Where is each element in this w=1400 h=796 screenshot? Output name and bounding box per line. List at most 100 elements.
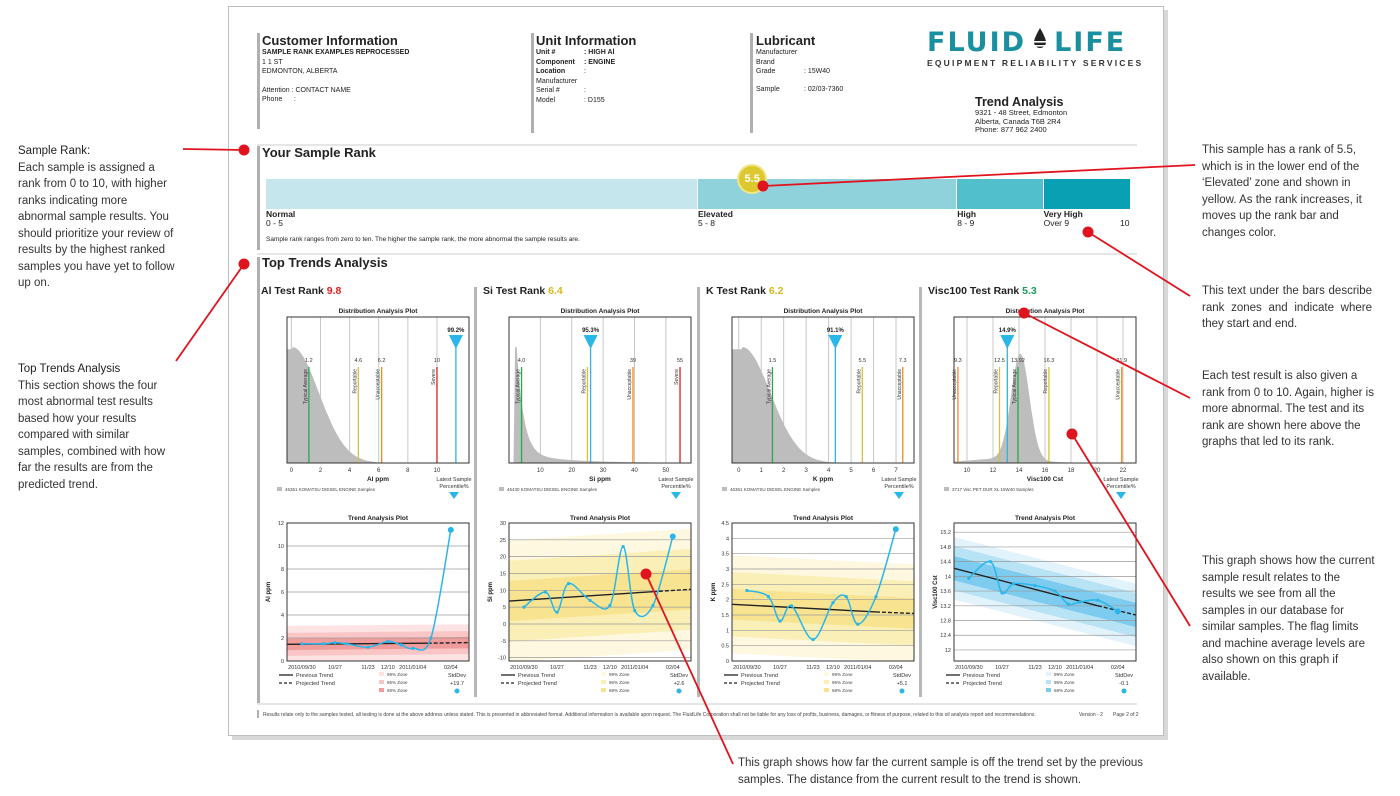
stddev-value: +2.6 <box>674 681 685 687</box>
latest-sample-marker-icon <box>583 335 598 349</box>
sample-point <box>555 610 559 614</box>
sample-point <box>543 590 547 594</box>
annotation-top-trends: Top Trends Analysis This section shows t… <box>18 361 166 493</box>
stddev-marker-icon <box>899 688 905 694</box>
flag-limit-value: 12.5 <box>994 358 1005 364</box>
flag-limit-label: Unacceptable <box>627 369 633 400</box>
sample-point <box>588 598 592 603</box>
flag-limit-value: 16.3 <box>1044 358 1055 364</box>
sample-point <box>766 595 770 599</box>
sample-point <box>651 603 655 608</box>
x-tick-label: 02/04 <box>444 665 458 671</box>
flag-limit-value: 5.5 <box>858 358 866 364</box>
y-tick-label: 0 <box>503 622 506 628</box>
y-tick-label: 10 <box>500 588 506 594</box>
x-tick-label: 2010/09/30 <box>955 665 983 671</box>
latest-sample-label: Latest Sample <box>436 477 471 483</box>
y-tick-label: 20 <box>500 555 506 561</box>
legend-zone-label: 68% Zone <box>609 688 630 693</box>
x-tick-label: 11/23 <box>806 665 819 671</box>
lubricant-info-title: Lubricant <box>756 33 816 48</box>
flag-limit-value: 13.92 <box>1011 358 1025 364</box>
customer-phone: Phone : <box>262 96 296 103</box>
legend-projected-trend-label: Projected Trend <box>963 681 1002 687</box>
x-tick-label: 6 <box>377 468 381 474</box>
flag-limit-label: Typical Average <box>516 369 522 404</box>
report-header: Trend Analysis 9321 - 48 Street, Edmonto… <box>975 95 1155 135</box>
latest-sample-percentile: 91.1% <box>827 328 845 334</box>
lub-row: Grade: 15W40 <box>756 67 916 77</box>
divider <box>257 33 260 129</box>
lub-row: Manufacturer <box>756 48 916 58</box>
latest-sample-point <box>669 533 676 540</box>
customer-address1: 1 1 ST <box>262 58 283 66</box>
sample-point <box>856 622 860 626</box>
rank-bar: 5.5 <box>266 164 1130 209</box>
lub-value: : 15W40 <box>804 68 831 75</box>
x-tick-label: 2010/09/30 <box>510 665 538 671</box>
latest-sample-point <box>1114 608 1121 615</box>
legend-zone-label: 68% Zone <box>1054 688 1075 693</box>
trend-plot: Trend Analysis Plot 0 0.5 1 1.5 2 2.5 3 3.5 4 4.5 2… <box>711 515 915 694</box>
y-tick-label: 2 <box>281 636 284 642</box>
flag-limit-label: Unacceptable <box>897 369 903 400</box>
legend-swatch <box>277 487 282 491</box>
y-tick-label: 14.8 <box>940 545 951 551</box>
x-tick-label: 02/04 <box>1111 665 1125 671</box>
legend-swatch <box>722 487 727 491</box>
unit-value: : D155 <box>584 96 605 104</box>
rank-end-label: 10 <box>1120 218 1130 228</box>
sample-point <box>811 637 815 642</box>
legend-previous-trend-label: Previous Trend <box>741 673 778 679</box>
legend-projected-trend-label: Projected Trend <box>741 681 780 687</box>
annotation-sample-rank-title: Sample Rank: <box>18 145 91 157</box>
sample-point <box>366 645 370 649</box>
customer-name: SAMPLE RANK EXAMPLES REPROCESSED <box>262 49 410 56</box>
footer-version: Version - 2 <box>1079 712 1103 718</box>
lub-label: Sample <box>756 85 780 93</box>
customer-attention: Attention : CONTACT NAME <box>262 86 351 94</box>
unit-row: Model: D155 <box>536 96 716 106</box>
y-tick-label: 5 <box>503 605 506 611</box>
rank-note: Sample rank ranges from zero to ten. The… <box>266 236 580 243</box>
flag-limit-label: Typical Average <box>1012 369 1018 404</box>
lub-row: Sample: 02/03-7360 <box>756 85 916 95</box>
y-tick-label: 4.5 <box>721 521 729 527</box>
test-title: Al Test Rank 9.8 <box>261 285 341 297</box>
test-title: Si Test Rank 6.4 <box>483 285 563 297</box>
sample-point <box>633 608 637 613</box>
y-tick-label: 30 <box>500 521 506 527</box>
unit-value: : <box>584 68 586 75</box>
test-rank-value: 6.4 <box>548 285 563 297</box>
legend-zone-swatch <box>1046 680 1051 684</box>
latest-sample-label: Percentile% <box>1106 484 1135 490</box>
y-tick-label: 0.5 <box>721 644 729 650</box>
divider <box>257 144 1137 146</box>
y-tick-label: 2 <box>726 598 729 604</box>
distribution-plot: Distribution Analysis Plot 10 20 30 40 50 4.0 T… <box>499 308 694 499</box>
legend-zone-swatch <box>824 672 829 676</box>
flag-limit-value: 9.3 <box>954 358 962 364</box>
legend-label: 46361 KOMATSU DIESEL ENGINE Samples <box>285 487 376 492</box>
flag-limit-label: Reportable <box>856 369 862 394</box>
sample-point <box>778 619 782 623</box>
rank-zone-high <box>957 179 1043 209</box>
x-tick-label: 20 <box>1094 468 1101 474</box>
sample-point <box>1096 598 1100 602</box>
sample-point <box>1078 600 1082 604</box>
x-tick-label: 2010/09/30 <box>288 665 316 671</box>
x-tick-label: 12/10 <box>1048 665 1062 671</box>
annotation-top-trends-body: This section shows the four most abnorma… <box>18 379 166 491</box>
x-tick-label: 8 <box>406 468 410 474</box>
percentile-arrow-icon <box>671 492 681 499</box>
x-axis-label: K ppm <box>813 476 833 483</box>
unit-row: Unit #: HIGH Al <box>536 48 716 58</box>
x-tick-label: 7 <box>894 468 898 474</box>
flag-limit-value: 10 <box>434 358 440 364</box>
trend-plot: Trend Analysis Plot -10 -5 0 5 10 15 20 25 30 2010… <box>488 515 692 694</box>
y-axis-label: K ppm <box>711 583 717 602</box>
unit-label: Manufacturer <box>536 77 578 85</box>
x-tick-label: 2011/01/04 <box>844 665 871 671</box>
flag-limit-label: Reportable <box>581 369 587 394</box>
legend-zone-swatch <box>1046 672 1051 676</box>
